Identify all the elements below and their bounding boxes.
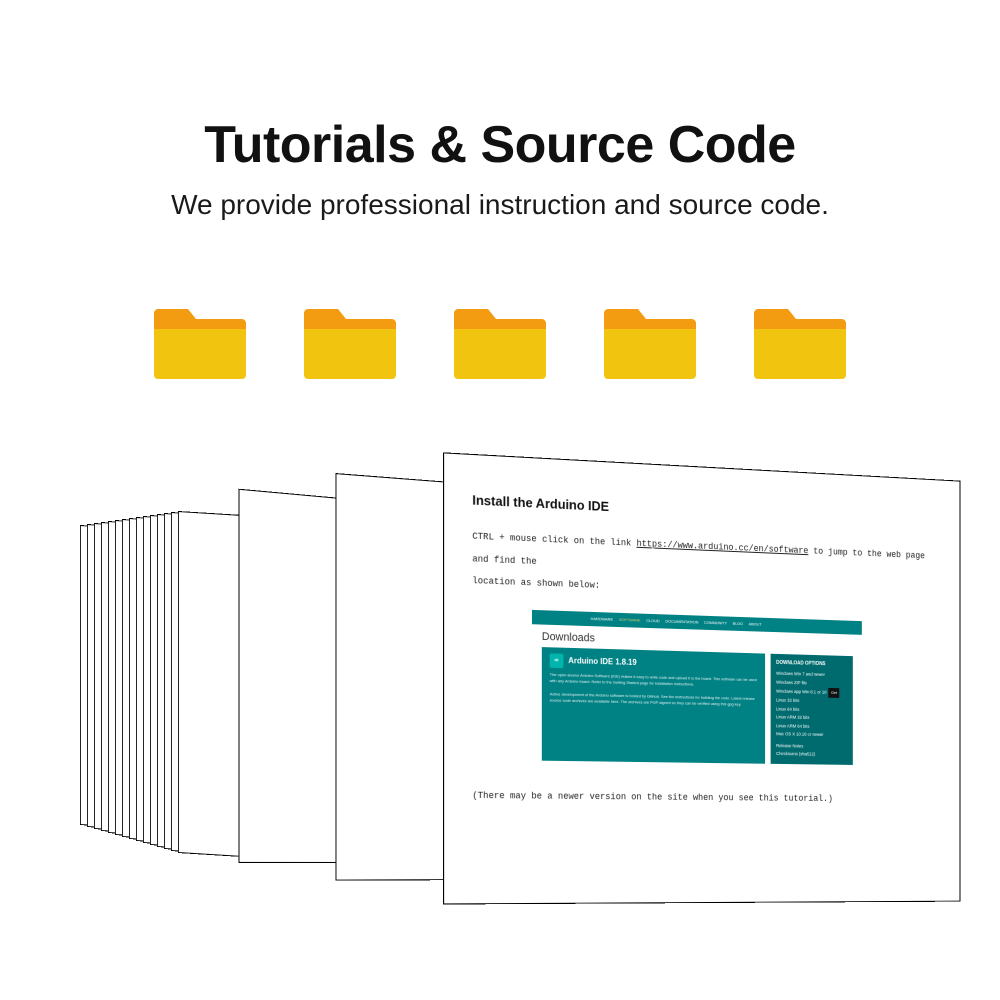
doc-footnote: (There may be a newer version on the sit… (472, 790, 935, 804)
documents-fan: Do Click on Click on After the Clic Down… (60, 455, 940, 975)
doc-link-text: https://www.arduino.cc/en/software (636, 539, 808, 556)
folder-icon (454, 301, 546, 379)
ide-version-title: Arduino IDE 1.8.19 (568, 656, 636, 667)
doc-text: CTRL + mouse click on the link (472, 531, 636, 548)
folder-icon (604, 301, 696, 379)
download-options-panel: DOWNLOAD OPTIONS Windows Win 7 and newer… (771, 654, 853, 765)
download-option: Checksums (sha512) (776, 750, 847, 760)
navbar-item: COMMUNITY (704, 620, 727, 626)
navbar-item: SOFTWARE (619, 617, 641, 623)
download-options-header: DOWNLOAD OPTIONS (776, 659, 847, 670)
download-left-panel: ∞ Arduino IDE 1.8.19 The open-source Ard… (542, 647, 765, 764)
download-option: Mac OS X 10.10 or newer (776, 730, 847, 740)
navbar-item: BLOG (733, 621, 743, 626)
folders-row (0, 301, 1000, 379)
folder-icon (154, 301, 246, 379)
get-button-badge: Get (828, 688, 839, 698)
header-block: Tutorials & Source Code We provide profe… (0, 0, 1000, 221)
doc-heading: Install the Arduino IDE (472, 492, 935, 529)
navbar-item: CLOUD (646, 618, 659, 623)
folder-icon (304, 301, 396, 379)
document-page-front: Install the Arduino IDE CTRL + mouse cli… (443, 452, 960, 904)
navbar-item: ABOUT (749, 622, 762, 627)
folder-icon (754, 301, 846, 379)
navbar-item: DOCUMENTATION (665, 619, 698, 625)
navbar-item: HARDWARE (591, 616, 613, 622)
ide-source-note: Active development of the Arduino softwa… (550, 691, 758, 709)
subtitle-text: We provide professional instruction and … (0, 189, 1000, 221)
ide-description: The open-source Arduino Software (IDE) m… (550, 672, 758, 690)
download-screenshot: HARDWARE SOFTWARE CLOUD DOCUMENTATION COMMUN… (532, 610, 862, 775)
arduino-logo-icon: ∞ (550, 653, 564, 668)
main-title: Tutorials & Source Code (0, 115, 1000, 175)
